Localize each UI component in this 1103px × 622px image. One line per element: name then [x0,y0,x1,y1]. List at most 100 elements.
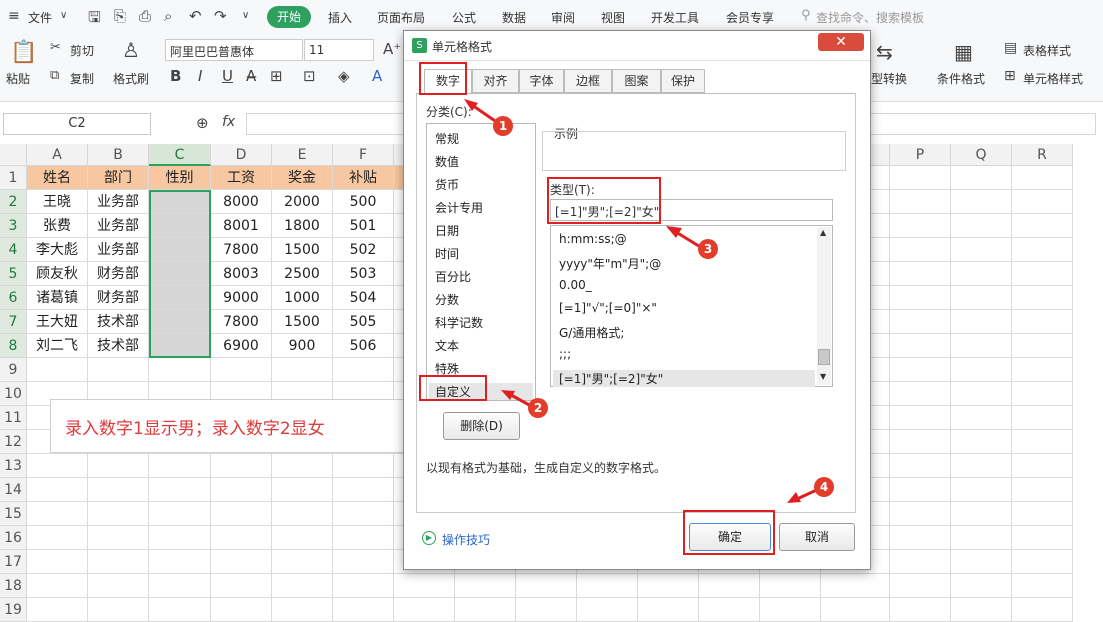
border-icon[interactable]: ⊞ [270,67,283,85]
strikethrough-icon[interactable]: A̶ [246,67,256,85]
column-header[interactable]: R [1012,144,1073,166]
data-cell[interactable]: 张费 [27,214,88,238]
scroll-down-icon[interactable]: ▼ [820,372,826,381]
column-header[interactable]: C [149,144,211,166]
cell[interactable] [516,574,577,598]
category-item[interactable]: 文本 [435,337,459,354]
cell[interactable] [890,310,951,334]
data-cell[interactable]: 刘二飞 [27,334,88,358]
data-cell[interactable]: 8003 [211,262,272,286]
print-icon[interactable]: ⎙ [139,7,151,25]
cell[interactable] [821,574,890,598]
cell[interactable] [1012,310,1073,334]
dialog-tab[interactable]: 图案 [612,69,661,93]
scissors-icon[interactable]: ✂ [50,40,61,55]
cell[interactable] [88,454,149,478]
cell[interactable] [394,574,455,598]
header-cell[interactable]: 奖金 [272,166,333,190]
cell[interactable] [951,286,1012,310]
column-header[interactable]: F [333,144,394,166]
data-cell[interactable]: 1000 [272,286,333,310]
file-menu[interactable]: 文件 [28,9,52,26]
format-item[interactable]: [=1]"√";[=0]"×" [559,301,657,315]
cell[interactable] [951,382,1012,406]
dialog-tab[interactable]: 对齐 [472,69,519,93]
cell[interactable] [1012,550,1073,574]
cell[interactable] [1012,262,1073,286]
cell[interactable] [951,334,1012,358]
cell[interactable] [821,598,890,622]
tab-home[interactable]: 开始 [267,6,311,28]
row-header[interactable]: 8 [0,334,27,358]
cell[interactable] [1012,454,1073,478]
format-item[interactable]: 0.00_ [559,278,592,292]
cell[interactable] [951,478,1012,502]
cell[interactable] [890,430,951,454]
cell[interactable] [951,358,1012,382]
tab-insert[interactable]: 插入 [328,9,352,26]
cell[interactable] [333,574,394,598]
cell[interactable] [211,526,272,550]
cell[interactable] [272,502,333,526]
cell[interactable] [27,574,88,598]
cell[interactable] [333,502,394,526]
copy-icon[interactable]: ⧉ [50,68,59,83]
cell[interactable] [333,358,394,382]
increase-font-icon[interactable]: A⁺ [383,40,401,58]
cell[interactable] [272,454,333,478]
cell[interactable] [951,550,1012,574]
header-cell[interactable]: 姓名 [27,166,88,190]
category-item[interactable]: 科学记数 [435,314,483,331]
cell[interactable] [333,478,394,502]
row-header[interactable]: 7 [0,310,27,334]
row-header[interactable]: 5 [0,262,27,286]
cell[interactable] [27,526,88,550]
cell[interactable] [951,526,1012,550]
undo-icon[interactable]: ↶ [189,7,202,25]
cell[interactable] [951,502,1012,526]
cell[interactable] [88,526,149,550]
column-header[interactable]: P [890,144,951,166]
format-painter-icon[interactable]: ♙ [122,38,140,62]
cell[interactable] [1012,214,1073,238]
cell[interactable] [211,454,272,478]
search-command[interactable]: 查找命令、搜索模板 [816,9,924,26]
data-cell[interactable]: 诸葛镇 [27,286,88,310]
cell[interactable] [272,478,333,502]
row-header[interactable]: 13 [0,454,27,478]
cell[interactable] [1012,238,1073,262]
data-cell[interactable]: 7800 [211,310,272,334]
underline-icon[interactable]: U [222,67,233,85]
data-cell[interactable]: 505 [333,310,394,334]
cell[interactable] [455,574,516,598]
cell[interactable] [88,574,149,598]
cell[interactable] [951,262,1012,286]
cell[interactable] [27,550,88,574]
print-preview-icon[interactable]: ⌕ [164,7,172,25]
column-header[interactable]: E [272,144,333,166]
data-cell[interactable]: 1500 [272,310,333,334]
cell[interactable] [149,598,211,622]
row-header[interactable]: 1 [0,166,27,190]
cell[interactable] [1012,598,1073,622]
data-cell[interactable]: 财务部 [88,286,149,310]
cell[interactable] [1012,502,1073,526]
cell[interactable] [951,166,1012,190]
font-color-icon[interactable]: A [372,67,382,85]
data-cell[interactable]: 504 [333,286,394,310]
cell[interactable] [1012,430,1073,454]
header-cell[interactable]: 部门 [88,166,149,190]
cell[interactable] [394,598,455,622]
row-header[interactable]: 2 [0,190,27,214]
scroll-up-icon[interactable]: ▲ [820,228,826,237]
italic-icon[interactable]: I [198,67,202,85]
cell[interactable] [333,454,394,478]
data-cell[interactable]: 503 [333,262,394,286]
cell[interactable] [149,526,211,550]
format-list-scrollbar[interactable]: ▲ ▼ [817,227,831,385]
tab-developer[interactable]: 开发工具 [651,9,699,26]
save-icon[interactable]: 🖫 [88,7,101,32]
cell[interactable] [1012,526,1073,550]
cell[interactable] [149,358,211,382]
select-all-corner[interactable] [0,144,27,166]
